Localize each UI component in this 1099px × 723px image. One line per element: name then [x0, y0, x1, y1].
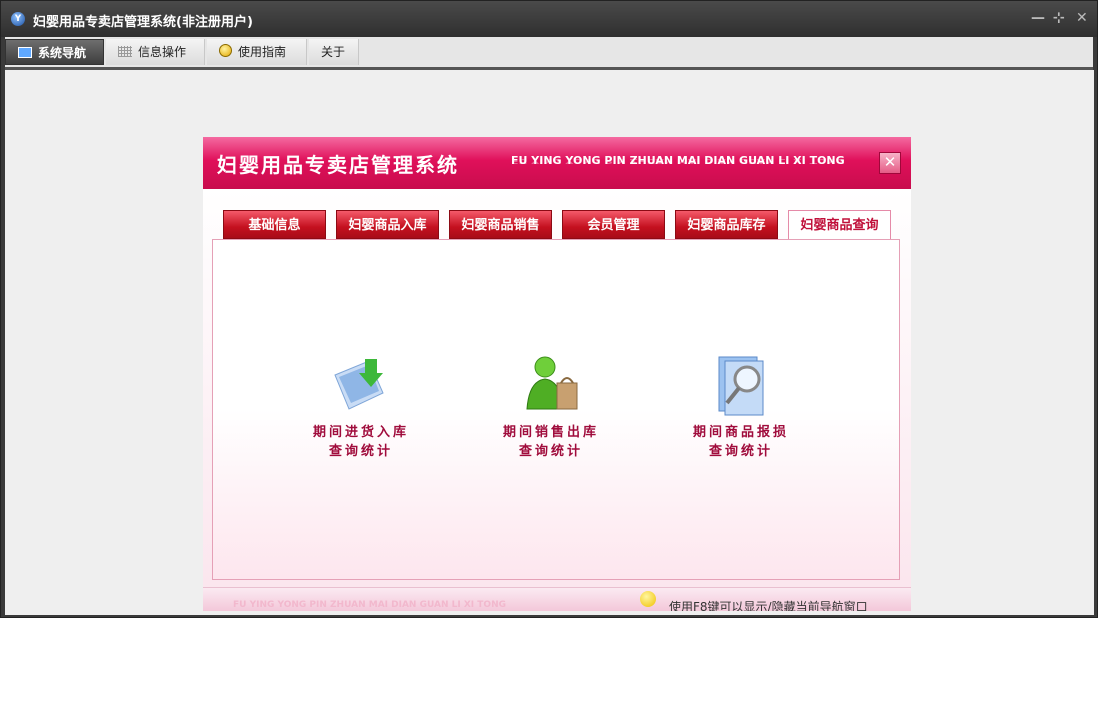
panel-title-reflection: FU YING YONG PIN ZHUAN MAI DIAN GUAN LI …: [511, 157, 845, 165]
magnifier-icon: [709, 353, 773, 417]
query-damage-stats[interactable]: 期间商品报损 查询统计: [666, 353, 816, 461]
help-icon: [219, 44, 232, 57]
query-inbound-stats[interactable]: 期间进货入库 查询统计: [286, 353, 436, 461]
tab-content-area: 期间进货入库 查询统计 期间销售出库 查询统计 期间商品报损 查询统计: [212, 239, 900, 580]
minimize-icon[interactable]: —: [1031, 10, 1045, 26]
navigation-panel: 妇婴用品专卖店管理系统 FU YING YONG PIN ZHUAN MAI D…: [203, 137, 911, 611]
lightbulb-icon: [640, 591, 656, 607]
tab-goods-sales[interactable]: 妇婴商品销售: [449, 210, 552, 239]
app-logo-icon: Y: [11, 12, 25, 26]
restore-icon[interactable]: ⊹: [1053, 10, 1065, 26]
tab-goods-inventory[interactable]: 妇婴商品库存: [675, 210, 778, 239]
monitor-icon: [18, 47, 32, 58]
import-document-icon: [329, 353, 393, 417]
menu-bar: 系统导航 信息操作 使用指南 关于: [5, 37, 1093, 70]
close-icon[interactable]: ✕: [1076, 10, 1088, 26]
panel-footer: FU YING YONG PIN ZHUAN MAI DIAN GUAN LI …: [203, 587, 911, 611]
panel-title: 妇婴用品专卖店管理系统: [217, 153, 459, 177]
tab-member-management[interactable]: 会员管理: [562, 210, 665, 239]
menu-about[interactable]: 关于: [309, 39, 359, 65]
footer-pinyin: FU YING YONG PIN ZHUAN MAI DIAN GUAN LI …: [233, 600, 506, 610]
grid-icon: [118, 46, 132, 57]
window-title: 妇婴用品专卖店管理系统(非注册用户): [33, 15, 253, 30]
panel-close-button[interactable]: ✕: [879, 152, 901, 174]
query-sales-stats[interactable]: 期间销售出库 查询统计: [476, 353, 626, 461]
menu-info-operation[interactable]: 信息操作: [106, 39, 205, 65]
title-bar: Y 妇婴用品专卖店管理系统(非注册用户) — ⊹ ✕: [1, 1, 1097, 37]
menu-system-nav[interactable]: 系统导航: [5, 39, 104, 65]
panel-header: 妇婴用品专卖店管理系统 FU YING YONG PIN ZHUAN MAI D…: [203, 137, 911, 189]
footer-tip: 使用F8键可以显示/隐藏当前导航窗口: [669, 600, 868, 611]
tab-goods-query[interactable]: 妇婴商品查询: [788, 210, 891, 240]
menu-user-guide[interactable]: 使用指南: [207, 39, 307, 65]
shopper-icon: [519, 353, 583, 417]
tab-goods-inbound[interactable]: 妇婴商品入库: [336, 210, 439, 239]
tab-basic-info[interactable]: 基础信息: [223, 210, 326, 239]
